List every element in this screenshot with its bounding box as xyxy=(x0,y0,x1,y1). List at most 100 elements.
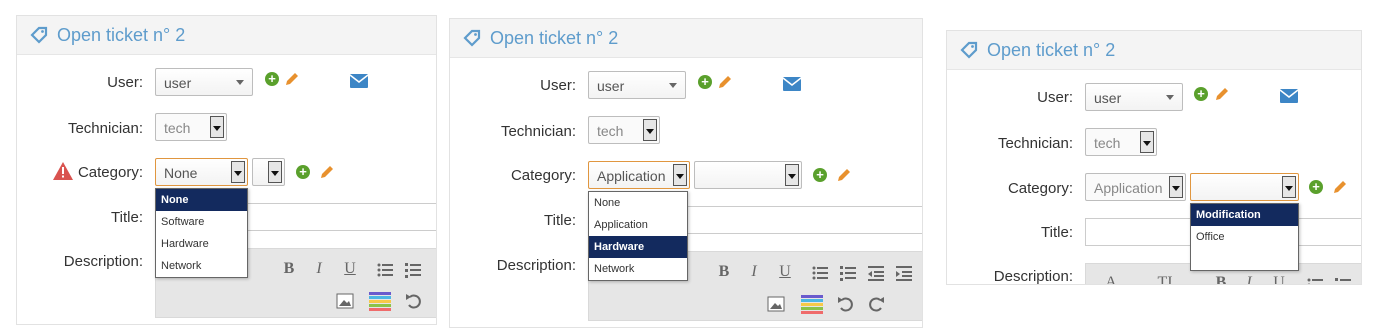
user-select[interactable]: user xyxy=(155,68,253,96)
mail-icon[interactable] xyxy=(1280,89,1298,103)
add-category-icon[interactable]: + xyxy=(1309,180,1323,194)
technician-select[interactable]: tech xyxy=(155,113,227,141)
dropdown-arrow-icon xyxy=(1140,131,1154,153)
edit-category-pencil-icon[interactable] xyxy=(1332,179,1348,195)
category-label: Category: xyxy=(1007,180,1073,197)
dropdown-arrow-icon xyxy=(231,161,245,183)
description-label: Description: xyxy=(496,257,576,274)
numbered-list-icon[interactable] xyxy=(837,263,859,283)
technician-label: Technician: xyxy=(67,120,143,137)
numbered-list-icon[interactable] xyxy=(402,260,424,280)
dropdown-option[interactable]: Hardware xyxy=(589,236,687,258)
dropdown-option[interactable]: Software xyxy=(156,211,247,233)
chevron-down-icon xyxy=(669,83,677,88)
outdent-icon[interactable] xyxy=(865,263,887,283)
subcategory-dropdown-list: Modification Office xyxy=(1190,203,1299,271)
undo-icon[interactable] xyxy=(835,294,857,314)
subcategory-select[interactable] xyxy=(1190,173,1299,201)
user-select-value: user xyxy=(1094,90,1122,106)
technician-select[interactable]: tech xyxy=(1085,128,1157,156)
redo-icon[interactable] xyxy=(865,294,887,314)
edit-category-pencil-icon[interactable] xyxy=(319,164,335,180)
technician-select-value: tech xyxy=(164,120,191,136)
category-select-value: Application xyxy=(597,168,666,184)
numbered-list-icon[interactable] xyxy=(1332,275,1354,285)
bold-button[interactable]: B xyxy=(278,260,300,278)
dropdown-arrow-icon xyxy=(268,161,282,183)
category-select[interactable]: Application xyxy=(588,161,690,189)
bullet-list-icon[interactable] xyxy=(1304,275,1326,285)
user-label: User: xyxy=(540,77,576,94)
bullet-list-icon[interactable] xyxy=(809,263,831,283)
user-select-value: user xyxy=(164,75,192,91)
image-icon[interactable] xyxy=(765,294,787,314)
user-label: User: xyxy=(107,74,143,91)
color-palette-icon[interactable] xyxy=(369,291,391,311)
dropdown-option[interactable]: Application xyxy=(589,214,687,236)
edit-user-pencil-icon[interactable] xyxy=(1214,86,1230,102)
italic-button[interactable]: I xyxy=(743,263,765,281)
user-label: User: xyxy=(1037,89,1073,106)
italic-button[interactable]: I xyxy=(1238,274,1260,284)
user-select[interactable]: user xyxy=(588,71,686,99)
bullet-list-icon[interactable] xyxy=(374,260,396,280)
dropdown-arrow-icon xyxy=(1282,176,1296,198)
category-label: Category: xyxy=(77,164,143,181)
mail-icon[interactable] xyxy=(783,77,801,91)
edit-category-pencil-icon[interactable] xyxy=(836,167,852,183)
underline-button[interactable]: U xyxy=(339,260,361,278)
category-dropdown-list: None Software Hardware Network xyxy=(155,188,248,278)
category-label: Category: xyxy=(510,167,576,184)
edit-user-pencil-icon[interactable] xyxy=(284,71,300,87)
edit-user-pencil-icon[interactable] xyxy=(717,74,733,90)
italic-button[interactable]: I xyxy=(308,260,330,278)
category-dropdown-list: None Application Hardware Network xyxy=(588,191,688,281)
dropdown-option[interactable]: Hardware xyxy=(156,233,247,255)
ticket-panel-2: Open ticket n° 2 User: user + Technician… xyxy=(449,18,923,328)
chevron-down-icon xyxy=(236,80,244,85)
bold-button[interactable]: B xyxy=(713,263,735,281)
image-icon[interactable] xyxy=(334,291,356,311)
ticket-icon xyxy=(30,26,48,44)
dropdown-option[interactable]: None xyxy=(156,189,247,211)
technician-select-value: tech xyxy=(597,123,624,139)
subcategory-select[interactable] xyxy=(694,161,802,189)
dropdown-arrow-icon xyxy=(210,116,224,138)
font-size-button[interactable]: A xyxy=(1100,274,1122,284)
subcategory-select[interactable] xyxy=(252,158,285,186)
technician-select[interactable]: tech xyxy=(588,116,660,144)
category-select[interactable]: None xyxy=(155,158,248,186)
text-style-button[interactable]: TI xyxy=(1154,274,1176,284)
add-category-icon[interactable]: + xyxy=(296,165,310,179)
dropdown-option[interactable]: None xyxy=(589,192,687,214)
add-user-icon[interactable]: + xyxy=(698,75,712,89)
dropdown-option[interactable]: Network xyxy=(589,258,687,280)
ticket-icon xyxy=(463,29,481,47)
add-user-icon[interactable]: + xyxy=(1194,87,1208,101)
dropdown-arrow-icon xyxy=(1169,176,1183,198)
category-select[interactable]: Application xyxy=(1085,173,1186,201)
add-category-icon[interactable]: + xyxy=(813,168,827,182)
add-user-icon[interactable]: + xyxy=(265,72,279,86)
user-select[interactable]: user xyxy=(1085,83,1183,111)
technician-select-value: tech xyxy=(1094,135,1121,151)
underline-button[interactable]: U xyxy=(1268,274,1290,284)
color-palette-icon[interactable] xyxy=(801,294,823,314)
title-label: Title: xyxy=(1041,224,1073,241)
dropdown-arrow-icon xyxy=(673,164,687,186)
category-select-value: None xyxy=(164,165,198,181)
panel-header: Open ticket n° 2 xyxy=(450,19,922,58)
dropdown-arrow-icon xyxy=(785,164,799,186)
dropdown-option[interactable]: Network xyxy=(156,255,247,277)
description-label: Description: xyxy=(63,253,143,270)
panel-title: Open ticket n° 2 xyxy=(57,25,186,45)
indent-icon[interactable] xyxy=(893,263,915,283)
underline-button[interactable]: U xyxy=(774,263,796,281)
technician-label: Technician: xyxy=(500,123,576,140)
panel-title: Open ticket n° 2 xyxy=(490,28,619,48)
undo-icon[interactable] xyxy=(403,291,425,311)
bold-button[interactable]: B xyxy=(1210,274,1232,284)
dropdown-option[interactable]: Office xyxy=(1191,226,1298,248)
mail-icon[interactable] xyxy=(350,74,368,88)
dropdown-option[interactable]: Modification xyxy=(1191,204,1298,226)
